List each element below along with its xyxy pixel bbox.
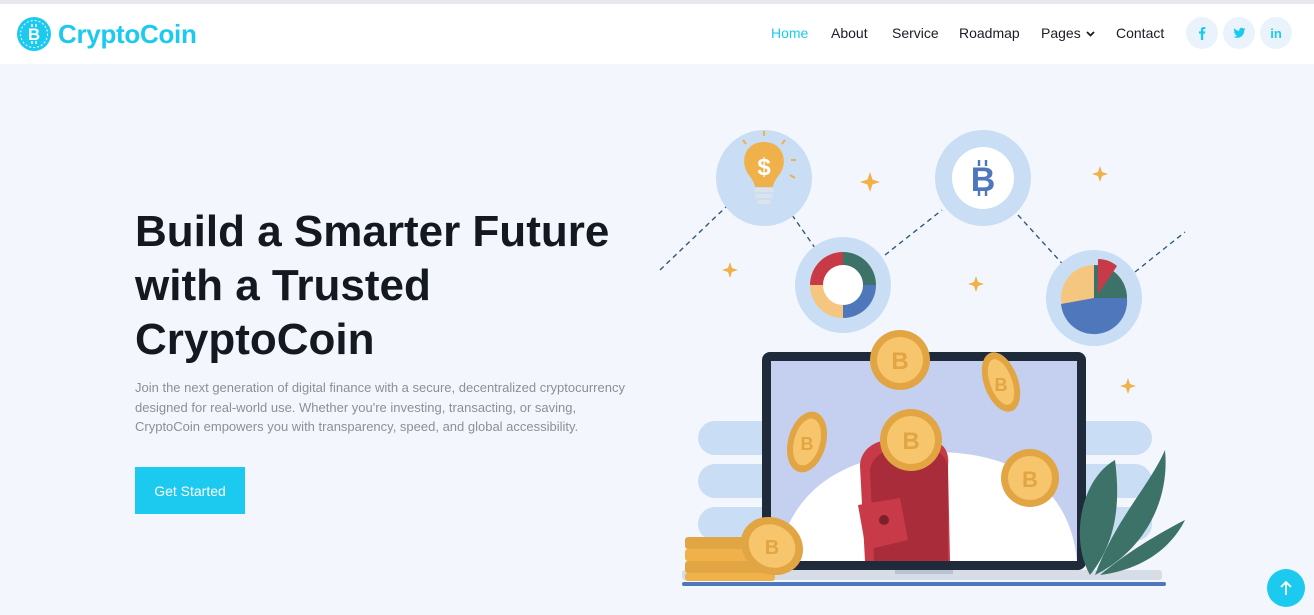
- svg-text:B: B: [902, 428, 919, 455]
- linkedin-button[interactable]: in: [1260, 17, 1292, 49]
- linkedin-icon: in: [1270, 25, 1282, 41]
- nav-roadmap[interactable]: Roadmap: [959, 25, 1020, 41]
- bitcoin-coin-icon: B: [880, 409, 942, 471]
- chevron-down-icon: [1086, 31, 1095, 37]
- nav-about[interactable]: About: [831, 25, 868, 41]
- nav-pages-dropdown[interactable]: Pages: [1041, 25, 1095, 41]
- get-started-button[interactable]: Get Started: [135, 467, 245, 514]
- pie-chart-icon: [1046, 250, 1142, 346]
- svg-text:B: B: [971, 161, 996, 199]
- bitcoin-coin-icon: B: [1001, 449, 1059, 507]
- svg-text:$: $: [757, 154, 771, 181]
- facebook-button[interactable]: [1186, 17, 1218, 49]
- svg-text:B: B: [891, 348, 908, 375]
- lightbulb-dollar-icon: $: [716, 130, 812, 226]
- arrow-up-icon: [1280, 580, 1292, 595]
- donut-chart-icon: [795, 237, 891, 333]
- nav-pages-label: Pages: [1041, 25, 1081, 41]
- nav-contact[interactable]: Contact: [1116, 25, 1164, 41]
- nav-home[interactable]: Home: [771, 25, 808, 41]
- main-nav: Home About Service Roadmap Pages Contact: [0, 25, 1314, 45]
- bitcoin-coin-icon: B: [870, 330, 930, 390]
- facebook-icon: [1199, 27, 1206, 40]
- twitter-button[interactable]: [1223, 17, 1255, 49]
- hero-title-line-2: with a Trusted: [135, 261, 431, 310]
- svg-text:B: B: [765, 537, 779, 559]
- hero-description: Join the next generation of digital fina…: [135, 380, 625, 434]
- hero-title-line-3: CryptoCoin: [135, 315, 375, 364]
- svg-text:B: B: [1022, 467, 1038, 492]
- svg-text:B: B: [801, 434, 814, 454]
- hero-title-line-1: Build a Smarter Future: [135, 207, 610, 256]
- svg-text:B: B: [995, 375, 1008, 395]
- nav-service[interactable]: Service: [892, 25, 939, 41]
- hero-illustration: $ B B B B B B B: [659, 130, 1186, 586]
- twitter-icon: [1233, 27, 1246, 38]
- scroll-to-top-button[interactable]: [1267, 569, 1305, 607]
- hero-title: Build a Smarter Future with a Trusted Cr…: [135, 205, 655, 367]
- navbar: B CryptoCoin Home About Service Roadmap …: [0, 4, 1314, 64]
- bitcoin-badge-icon: B: [935, 130, 1031, 226]
